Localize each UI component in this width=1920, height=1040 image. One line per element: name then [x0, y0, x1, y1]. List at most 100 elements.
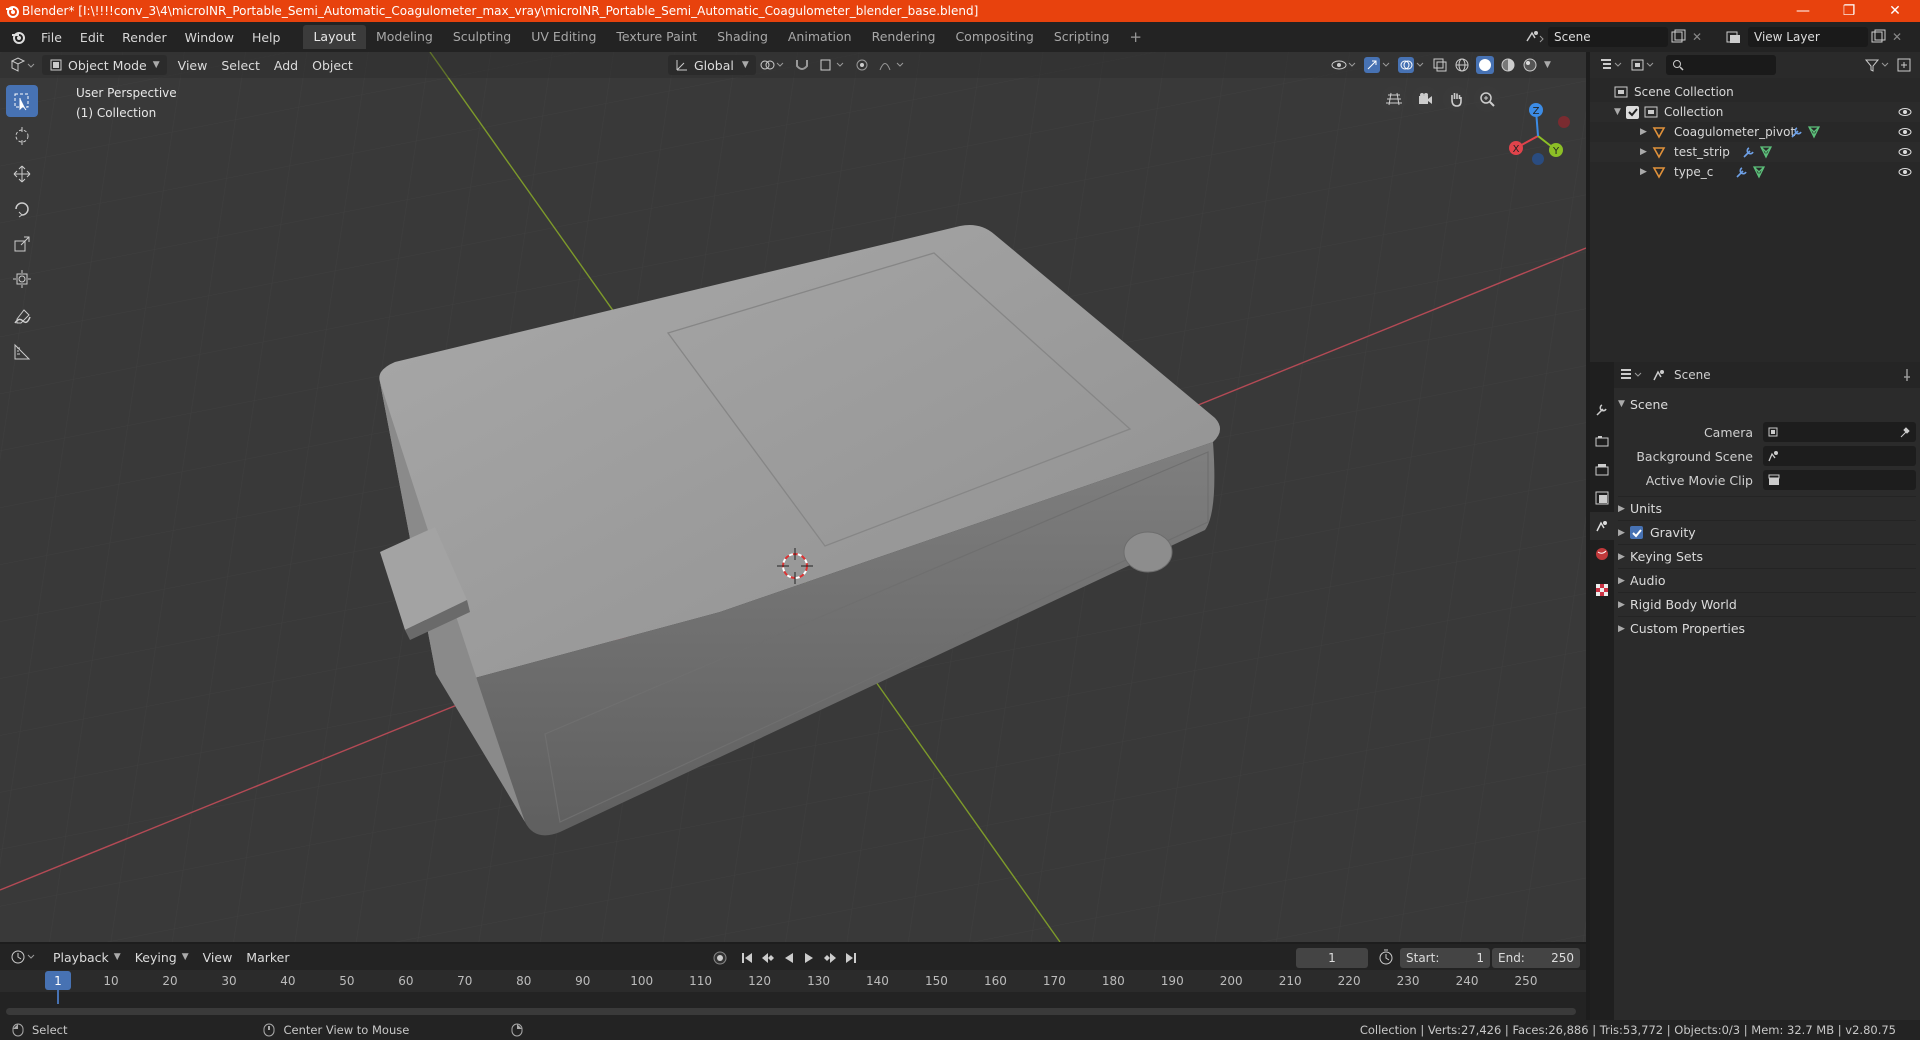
- menu-file[interactable]: File: [32, 30, 71, 45]
- section-keying-sets[interactable]: ▶ Keying Sets: [1618, 544, 1916, 568]
- filter-icon[interactable]: [1864, 57, 1892, 73]
- tab-rendering[interactable]: Rendering: [862, 25, 946, 49]
- delete-scene-icon[interactable]: ✕: [1688, 30, 1706, 44]
- outliner-row-object[interactable]: ▶ Coagulometer_pivot: [1590, 122, 1920, 142]
- side-button[interactable]: [1123, 531, 1173, 573]
- blender-menu-icon[interactable]: [10, 29, 26, 45]
- gizmo-toggle-icon[interactable]: [1364, 57, 1392, 73]
- new-scene-icon[interactable]: [1668, 29, 1688, 45]
- mesh-data-icon[interactable]: [1807, 125, 1821, 139]
- section-units[interactable]: ▶ Units: [1618, 496, 1916, 520]
- viewport-menu-select[interactable]: Select: [214, 55, 267, 75]
- minimize-button[interactable]: —: [1780, 0, 1826, 22]
- expand-arrow-icon[interactable]: ▶: [1640, 127, 1652, 137]
- tab-compositing[interactable]: Compositing: [945, 25, 1043, 49]
- toggle-grid-view-button[interactable]: [1381, 86, 1407, 112]
- section-custom-properties[interactable]: ▶ Custom Properties: [1618, 616, 1916, 640]
- record-icon[interactable]: [712, 950, 728, 966]
- next-keyframe-icon[interactable]: [822, 951, 838, 965]
- play-reverse-icon[interactable]: [782, 951, 796, 965]
- visibility-icon[interactable]: [1330, 57, 1358, 73]
- eye-icon[interactable]: [1898, 165, 1912, 179]
- scene-panel-header[interactable]: ▼ Scene: [1618, 392, 1916, 416]
- outliner-row-object[interactable]: ▶ test_strip: [1590, 142, 1920, 162]
- outliner-row-collection[interactable]: ▼ Collection: [1590, 102, 1920, 122]
- tab-world[interactable]: [1590, 540, 1614, 568]
- menu-help[interactable]: Help: [243, 30, 290, 45]
- editor-type-icon[interactable]: [10, 57, 36, 73]
- pivot-icon[interactable]: [758, 57, 786, 73]
- tab-texture-paint[interactable]: Texture Paint: [606, 25, 707, 49]
- scene-icon[interactable]: [1524, 29, 1546, 45]
- zoom-view-button[interactable]: [1474, 86, 1500, 112]
- camera-view-button[interactable]: [1412, 86, 1438, 112]
- eye-icon[interactable]: [1898, 145, 1912, 159]
- tab-view-layer[interactable]: [1590, 484, 1614, 512]
- timeline-menu-view[interactable]: View: [196, 947, 240, 967]
- tool-measure[interactable]: [6, 336, 38, 368]
- tab-uv-editing[interactable]: UV Editing: [521, 25, 606, 49]
- outliner-search-input[interactable]: [1666, 55, 1776, 75]
- shading-rendered-icon[interactable]: [1522, 57, 1538, 73]
- section-audio[interactable]: ▶ Audio: [1618, 568, 1916, 592]
- properties-editor-type-icon[interactable]: [1618, 367, 1644, 383]
- section-rigid-body-world[interactable]: ▶ Rigid Body World: [1618, 592, 1916, 616]
- tab-layout[interactable]: Layout: [303, 25, 366, 49]
- jump-to-start-icon[interactable]: [740, 951, 754, 965]
- close-button[interactable]: ✕: [1872, 0, 1918, 22]
- tool-cursor[interactable]: [6, 120, 38, 152]
- eye-icon[interactable]: [1898, 105, 1912, 119]
- menu-edit[interactable]: Edit: [71, 30, 113, 45]
- previous-keyframe-icon[interactable]: [760, 951, 776, 965]
- tool-rotate[interactable]: [6, 193, 38, 225]
- snap-target-icon[interactable]: [818, 57, 846, 73]
- tool-transform[interactable]: [6, 263, 38, 295]
- tab-sculpting[interactable]: Sculpting: [443, 25, 521, 49]
- falloff-icon[interactable]: [878, 57, 906, 73]
- mesh-data-icon[interactable]: [1752, 165, 1766, 179]
- overlays-icon[interactable]: [1398, 57, 1426, 73]
- menu-window[interactable]: Window: [176, 30, 243, 45]
- frame-ruler[interactable]: 1 10 20 30 40 50 60 70 80 90 100 110 120 130 140 150 160…: [0, 970, 1586, 992]
- play-icon[interactable]: [802, 951, 816, 965]
- maximize-button[interactable]: ❐: [1826, 0, 1872, 22]
- display-mode-icon[interactable]: [1630, 57, 1656, 73]
- neg-z-axis-dot[interactable]: [1532, 153, 1544, 165]
- tool-select-box[interactable]: [6, 85, 38, 117]
- jump-to-end-icon[interactable]: [844, 951, 858, 965]
- new-view-layer-icon[interactable]: [1868, 29, 1888, 45]
- tool-move[interactable]: [6, 158, 38, 190]
- end-frame-field[interactable]: End: 250: [1492, 948, 1580, 968]
- tab-output[interactable]: [1590, 456, 1614, 484]
- expand-arrow-icon[interactable]: ▶: [1640, 147, 1652, 157]
- tab-render[interactable]: [1590, 428, 1614, 456]
- camera-field[interactable]: [1763, 422, 1916, 442]
- outliner-row-scene-collection[interactable]: Scene Collection: [1590, 82, 1920, 102]
- tab-texture[interactable]: [1590, 576, 1614, 604]
- stopwatch-icon[interactable]: [1378, 949, 1394, 965]
- viewport-menu-add[interactable]: Add: [267, 55, 305, 75]
- tool-annotate[interactable]: [6, 301, 38, 333]
- eyedropper-icon[interactable]: [1899, 426, 1911, 438]
- shading-material-icon[interactable]: [1500, 57, 1516, 73]
- gravity-checkbox[interactable]: [1630, 526, 1643, 539]
- shading-solid-icon[interactable]: [1476, 56, 1494, 74]
- proportional-edit-icon[interactable]: [854, 57, 870, 73]
- background-scene-field[interactable]: [1763, 446, 1916, 466]
- modifier-wrench-icon[interactable]: [1789, 125, 1803, 139]
- mode-dropdown[interactable]: Object Mode ▼: [42, 55, 167, 75]
- tab-tool[interactable]: [1590, 396, 1614, 424]
- mesh-data-icon[interactable]: [1759, 145, 1773, 159]
- shading-wireframe-icon[interactable]: [1454, 57, 1470, 73]
- expand-arrow-icon[interactable]: ▶: [1640, 167, 1652, 177]
- navigation-gizmo[interactable]: X Y Z: [1498, 92, 1578, 172]
- delete-view-layer-icon[interactable]: ✕: [1888, 30, 1906, 44]
- current-frame-field[interactable]: 1: [1296, 948, 1368, 968]
- viewport-menu-object[interactable]: Object: [305, 55, 360, 75]
- tool-scale[interactable]: [6, 228, 38, 260]
- modifier-wrench-icon[interactable]: [1734, 165, 1748, 179]
- pan-view-button[interactable]: [1443, 86, 1469, 112]
- orientation-dropdown[interactable]: Global ▼: [668, 55, 756, 75]
- scene-name-field[interactable]: Scene: [1548, 27, 1668, 47]
- neg-x-axis-dot[interactable]: [1558, 116, 1570, 128]
